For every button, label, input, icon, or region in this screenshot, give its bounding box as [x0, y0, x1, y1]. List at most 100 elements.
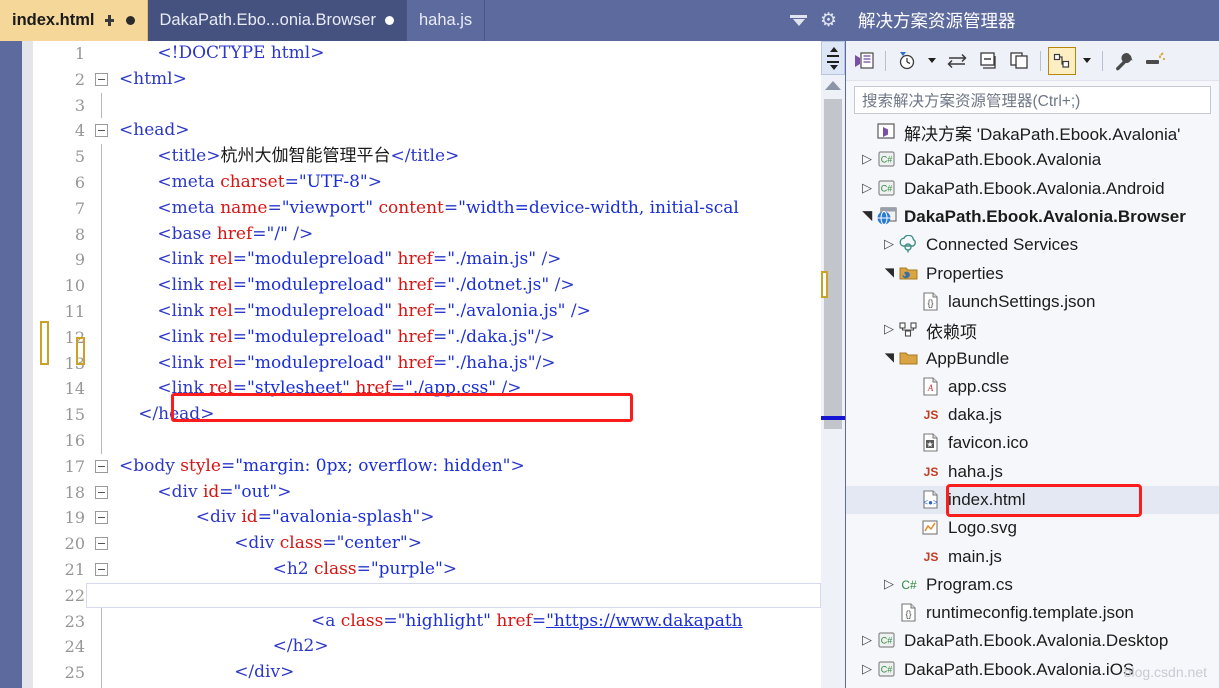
tree-item[interactable]: Aapp.css [846, 373, 1219, 401]
scroll-up-arrow-icon[interactable] [825, 81, 841, 90]
tab-list: index.html DakaPath.Ebo...onia.Browser hah… [0, 0, 845, 41]
tab-haha-js[interactable]: haha.js [407, 0, 486, 41]
collapse-all-icon[interactable] [974, 47, 1002, 75]
tree-item[interactable]: DakaPath.Ebook.Avalonia.Browser [846, 203, 1219, 231]
tree-item-label: Properties [926, 263, 1004, 283]
fold-toggle-icon[interactable] [95, 562, 108, 576]
svg-text:C#: C# [881, 183, 893, 193]
close-dot-icon[interactable] [384, 16, 394, 25]
properties-dropdown-icon[interactable] [1079, 47, 1095, 75]
tree-item[interactable]: {} runtimeconfig.template.json [846, 599, 1219, 627]
visual-studio-window: index.html DakaPath.Ebo...onia.Browser hah… [0, 0, 1219, 688]
fold-toggle-icon[interactable] [95, 459, 108, 473]
fold-toggle-icon[interactable] [95, 485, 108, 499]
fold-guide-line [101, 634, 102, 661]
css-file-icon: A [920, 377, 942, 397]
expand-arrow-icon[interactable] [882, 234, 898, 254]
collapse-arrow-icon[interactable] [860, 209, 876, 225]
tab-index-html[interactable]: index.html [0, 0, 148, 41]
gear-icon[interactable]: ⚙ [820, 11, 837, 30]
tree-item[interactable]: C# DakaPath.Ebook.Avalonia.Android [846, 175, 1219, 203]
expand-arrow-icon[interactable] [860, 659, 876, 679]
toolbar-separator [885, 50, 886, 71]
tree-item[interactable]: AppBundle [846, 344, 1219, 372]
tree-item[interactable]: Connected Services [846, 231, 1219, 259]
editor-vertical-scrollbar[interactable] [821, 41, 845, 688]
tree-item[interactable]: {} launchSettings.json [846, 288, 1219, 316]
code-line: 13 <link rel="modulepreload" href="./haha… [33, 350, 845, 377]
tree-item[interactable]: JS haha.js [846, 458, 1219, 486]
code-line: 24 </h2> [33, 634, 845, 661]
tab-label: DakaPath.Ebo...onia.Browser [159, 11, 376, 30]
collapse-arrow-icon[interactable] [882, 351, 898, 367]
tree-item[interactable]: JS main.js [846, 542, 1219, 570]
line-number: 14 [64, 379, 85, 399]
split-view-icon[interactable] [821, 41, 845, 75]
fold-toggle-icon[interactable] [95, 124, 108, 138]
tree-item[interactable]: C# DakaPath.Ebook.Avalonia.Desktop [846, 627, 1219, 655]
code-text: <meta name="viewport" content="width=dev… [157, 197, 739, 218]
expand-arrow-icon[interactable] [860, 630, 876, 650]
tree-item-label: AppBundle [926, 348, 1010, 368]
tree-item[interactable]: Properties [846, 259, 1219, 287]
unsaved-change-marker [40, 321, 49, 365]
tree-item[interactable]: C# DakaPath.Ebook.Avalonia [846, 146, 1219, 174]
fold-toggle-icon[interactable] [95, 537, 108, 551]
collapse-arrow-icon[interactable] [882, 266, 898, 282]
expand-arrow-icon[interactable] [882, 319, 898, 339]
tree-item-selected[interactable]: <●> index.html [846, 485, 1219, 515]
tab-strip-actions: ⚙ [789, 0, 837, 41]
fold-toggle-icon[interactable] [95, 72, 108, 86]
tree-item[interactable]: 依赖项 [846, 316, 1219, 344]
tree-item[interactable]: Logo.svg [846, 514, 1219, 542]
properties-icon[interactable] [1048, 46, 1076, 75]
toolbar-separator [1102, 50, 1103, 71]
line-number: 5 [74, 147, 85, 167]
expand-arrow-icon[interactable] [860, 178, 876, 198]
tree-item[interactable]: C# Program.cs [846, 571, 1219, 599]
tab-dakapath-browser[interactable]: DakaPath.Ebo...onia.Browser [147, 0, 407, 41]
solution-explorer-panel: 解决方案资源管理器 搜索解决方案资源管理器(Ctrl+;) 解决方案 'Daka… [845, 0, 1219, 688]
wrench-icon[interactable] [1110, 47, 1138, 75]
tree-item[interactable]: 解决方案 'DakaPath.Ebook.Avalonia' [846, 118, 1219, 146]
svg-text:C#: C# [901, 578, 917, 592]
properties-folder-icon [898, 264, 920, 284]
code-line: 12 <link rel="modulepreload" href="./daka… [33, 324, 845, 351]
tree-item[interactable]: ★ favicon.ico [846, 429, 1219, 457]
tab-label: haha.js [418, 11, 473, 30]
editor-tab-strip: index.html DakaPath.Ebo...onia.Browser hah… [0, 0, 845, 41]
fold-toggle-icon[interactable] [95, 511, 108, 525]
js-file-icon: JS [920, 547, 942, 567]
home-view-icon[interactable] [850, 47, 878, 75]
code-line: 25 </div> [33, 660, 845, 686]
tree-item[interactable]: C# DakaPath.Ebook.Avalonia.iOS [846, 656, 1219, 684]
expand-arrow-icon[interactable] [860, 149, 876, 169]
tree-item-label: favicon.ico [948, 433, 1029, 453]
chevron-down-icon[interactable] [789, 14, 807, 28]
show-all-files-icon[interactable] [1005, 47, 1033, 75]
search-input[interactable]: 搜索解决方案资源管理器(Ctrl+;) [854, 86, 1211, 114]
sync-with-active-document-icon[interactable] [943, 47, 971, 75]
pin-icon[interactable] [104, 14, 117, 27]
code-text: <link rel="stylesheet" href="./app.css" … [157, 378, 522, 399]
code-text-area[interactable]: 1 <!DOCTYPE html> 2 <html> 3 4 <head> 5 <title>杭… [33, 41, 845, 688]
tree-item[interactable]: JS daka.js [846, 401, 1219, 429]
code-line: 11 <link rel="modulepreload" href="./aval… [33, 298, 845, 325]
code-editor[interactable]: 1 <!DOCTYPE html> 2 <html> 3 4 <head> 5 <title>杭… [0, 41, 845, 688]
code-line: 8 <base href="/" /> [33, 221, 845, 248]
code-line: 18 <div id="out"> [33, 480, 845, 506]
code-line: 2 <html> [33, 67, 845, 93]
close-dot-icon[interactable] [125, 16, 135, 25]
pending-changes-icon[interactable] [893, 47, 921, 75]
scrollbar-thumb[interactable] [824, 99, 842, 429]
pending-changes-dropdown-icon[interactable] [924, 47, 940, 75]
expand-arrow-icon[interactable] [882, 574, 898, 594]
preview-selected-items-icon[interactable] [1141, 47, 1169, 75]
solution-tree[interactable]: 解决方案 'DakaPath.Ebook.Avalonia' C# DakaPath… [846, 118, 1219, 688]
line-number: 8 [74, 224, 85, 244]
code-text: <!DOCTYPE html> [157, 43, 325, 63]
tree-item-label: 解决方案 'DakaPath.Ebook.Avalonia' [904, 124, 1181, 144]
